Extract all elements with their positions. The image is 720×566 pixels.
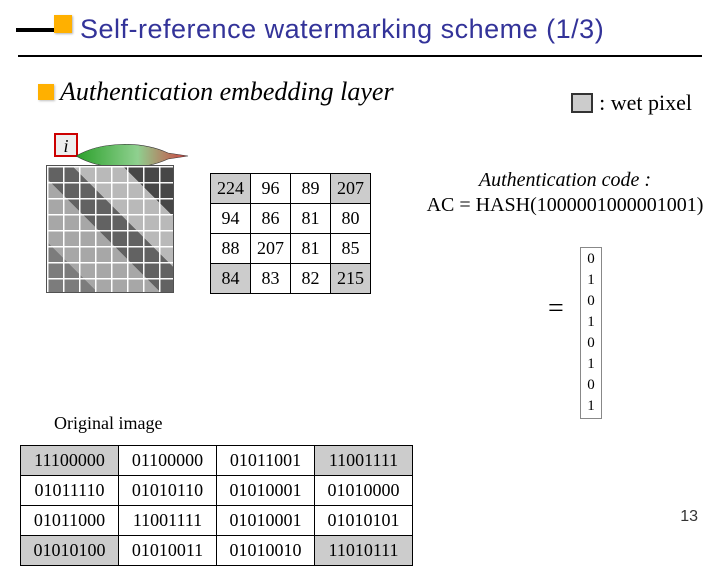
dec-cell: 81: [291, 234, 331, 264]
slide-title: Self-reference watermarking scheme (1/3): [80, 14, 604, 45]
hash-bit: 0: [583, 334, 599, 353]
bin-cell: 01011001: [217, 446, 315, 476]
bin-cell: 01010100: [21, 536, 119, 566]
dec-cell: 83: [251, 264, 291, 294]
bullet-square-icon: [38, 84, 54, 100]
page-number: 13: [680, 508, 698, 526]
hash-bit: 1: [583, 355, 599, 374]
title-bullet-icon: [54, 15, 72, 33]
dec-cell: 82: [291, 264, 331, 294]
hash-bit: 1: [583, 397, 599, 416]
block-grid-overlay: [47, 166, 173, 292]
hash-bit: 0: [583, 376, 599, 395]
legend-swatch-icon: [571, 93, 593, 113]
decimal-pixel-table: 224968920794868180882078185848382215: [210, 173, 371, 294]
dec-cell: 207: [251, 234, 291, 264]
bin-cell: 01010000: [315, 476, 413, 506]
hash-bit: 1: [583, 271, 599, 290]
original-image-label: Original image: [54, 413, 162, 434]
title-underline: [18, 55, 702, 57]
title-bar: Self-reference watermarking scheme (1/3): [0, 0, 720, 53]
binary-pixel-table: 1110000001100000010110011100111101011110…: [20, 445, 413, 566]
bin-cell: 01100000: [119, 446, 217, 476]
bin-cell: 01010010: [217, 536, 315, 566]
bin-cell: 01011000: [21, 506, 119, 536]
dec-cell: 85: [331, 234, 371, 264]
legend: : wet pixel: [571, 90, 692, 116]
dec-cell: 81: [291, 204, 331, 234]
dec-cell: 80: [331, 204, 371, 234]
bin-cell: 11100000: [21, 446, 119, 476]
dec-cell: 84: [211, 264, 251, 294]
dec-cell: 215: [331, 264, 371, 294]
hash-output-column: 0 1 0 1 0 1 0 1: [580, 247, 602, 419]
dec-cell: 94: [211, 204, 251, 234]
dec-cell: 86: [251, 204, 291, 234]
title-accent-line: [16, 28, 58, 32]
dec-cell: 207: [331, 174, 371, 204]
dec-cell: 88: [211, 234, 251, 264]
bin-cell: 01010001: [217, 476, 315, 506]
original-image-thumb: [46, 165, 174, 293]
bin-cell: 01010011: [119, 536, 217, 566]
hash-bit: 1: [583, 313, 599, 332]
section-label: Authentication embedding layer: [60, 77, 394, 107]
auth-code-block: Authentication code : AC = HASH(10000010…: [420, 169, 710, 217]
auth-code-formula: AC = HASH(1000001000001001): [420, 194, 710, 217]
bin-cell: 01011110: [21, 476, 119, 506]
bin-cell: 01010001: [217, 506, 315, 536]
bin-cell: 11001111: [315, 446, 413, 476]
dec-cell: 96: [251, 174, 291, 204]
auth-code-label: Authentication code :: [420, 169, 710, 192]
hash-bit: 0: [583, 292, 599, 311]
dec-cell: 89: [291, 174, 331, 204]
bin-cell: 11010111: [315, 536, 413, 566]
bin-cell: 01010110: [119, 476, 217, 506]
hash-bit: 0: [583, 250, 599, 269]
dec-cell: 224: [211, 174, 251, 204]
equals-sign: =: [548, 293, 564, 325]
bin-cell: 01010101: [315, 506, 413, 536]
bin-cell: 11001111: [119, 506, 217, 536]
legend-label: : wet pixel: [599, 90, 692, 116]
